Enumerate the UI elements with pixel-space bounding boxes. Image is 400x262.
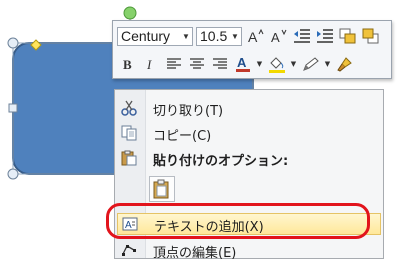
align-right-icon xyxy=(213,58,227,69)
mini-toolbar-row-2: B I A ▼ ▼ ▼ xyxy=(117,52,357,76)
align-left-icon xyxy=(167,58,181,69)
shrink-font-button[interactable]: A xyxy=(268,25,290,47)
scissors-icon xyxy=(121,100,137,116)
align-right-button[interactable] xyxy=(209,53,231,75)
svg-text:A: A xyxy=(248,29,258,44)
shrink-font-icon: A xyxy=(271,29,287,44)
menu-item-paste-options: 貼り付けのオプション: xyxy=(115,147,383,169)
font-name-value: Century xyxy=(121,28,171,44)
fill-color-button[interactable] xyxy=(266,53,288,75)
outline-color-button[interactable] xyxy=(300,53,322,75)
mini-toolbar: Century ▼ 10.5 ▼ A A B I A ▼ ▼ ▼ xyxy=(112,20,392,79)
send-backward-icon xyxy=(362,28,379,44)
paste-icon xyxy=(121,150,137,166)
svg-text:A: A xyxy=(271,30,280,44)
svg-text:I: I xyxy=(146,57,152,71)
svg-text:B: B xyxy=(123,57,132,71)
font-size-value: 10.5 xyxy=(200,28,228,44)
decrease-indent-button[interactable] xyxy=(291,25,313,47)
align-center-button[interactable] xyxy=(186,53,208,75)
edit-points-icon xyxy=(121,242,137,258)
resize-handle-left[interactable] xyxy=(8,103,18,113)
send-backward-button[interactable] xyxy=(360,25,382,47)
menu-item-add-text[interactable]: A テキストの追加(X) xyxy=(117,213,381,235)
copy-icon xyxy=(121,125,137,141)
resize-handle-bottom-left[interactable] xyxy=(7,168,19,180)
align-center-icon xyxy=(190,58,204,69)
chevron-down-icon[interactable]: ▼ xyxy=(255,60,264,68)
svg-text:A: A xyxy=(125,220,132,231)
font-name-combo[interactable]: Century ▼ xyxy=(117,26,193,46)
resize-handle-top-left[interactable] xyxy=(7,37,19,49)
increase-indent-icon xyxy=(317,29,333,43)
italic-button[interactable]: I xyxy=(140,53,162,75)
italic-icon: I xyxy=(146,57,152,71)
menu-item-label: 切り取り(T) xyxy=(153,104,224,119)
menu-item-cut[interactable]: 切り取り(T) xyxy=(115,97,383,119)
menu-item-edit-points[interactable]: 頂点の編集(E) xyxy=(115,239,383,261)
font-size-combo[interactable]: 10.5 ▼ xyxy=(196,26,242,46)
text-box-icon: A xyxy=(122,216,138,232)
clipboard-icon xyxy=(153,179,169,199)
rotation-handle[interactable] xyxy=(123,6,137,20)
chevron-down-icon[interactable]: ▼ xyxy=(180,32,192,41)
menu-item-label: 頂点の編集(E) xyxy=(153,246,237,261)
grow-font-button[interactable]: A xyxy=(245,25,267,47)
format-painter-button[interactable] xyxy=(334,53,356,75)
increase-indent-button[interactable] xyxy=(314,25,336,47)
menu-item-label: コピー(C) xyxy=(153,129,212,144)
bold-icon: B xyxy=(123,57,132,71)
mini-toolbar-row-1: Century ▼ 10.5 ▼ A A xyxy=(117,24,383,48)
brush-icon xyxy=(337,57,352,72)
paste-option-button[interactable] xyxy=(149,176,175,202)
paint-bucket-icon xyxy=(269,57,285,73)
menu-item-copy[interactable]: コピー(C) xyxy=(115,122,383,144)
context-menu: 切り取り(T) コピー(C) 貼り付けのオプション: A テキストの追加(X) … xyxy=(114,89,384,261)
menu-item-label: テキストの追加(X) xyxy=(154,220,264,235)
chevron-down-icon[interactable]: ▼ xyxy=(289,60,298,68)
bold-button[interactable]: B xyxy=(117,53,139,75)
bring-forward-button[interactable] xyxy=(337,25,359,47)
chevron-down-icon[interactable]: ▼ xyxy=(323,60,332,68)
chevron-down-icon[interactable]: ▼ xyxy=(229,32,241,41)
pen-icon xyxy=(303,57,319,71)
align-left-button[interactable] xyxy=(163,53,185,75)
font-color-icon: A xyxy=(236,55,250,72)
bring-forward-icon xyxy=(339,28,356,44)
menu-item-label: 貼り付けのオプション: xyxy=(153,154,289,169)
font-color-button[interactable]: A xyxy=(232,53,254,75)
decrease-indent-icon xyxy=(294,29,310,43)
svg-text:A: A xyxy=(237,55,247,70)
grow-font-icon: A xyxy=(248,28,264,44)
